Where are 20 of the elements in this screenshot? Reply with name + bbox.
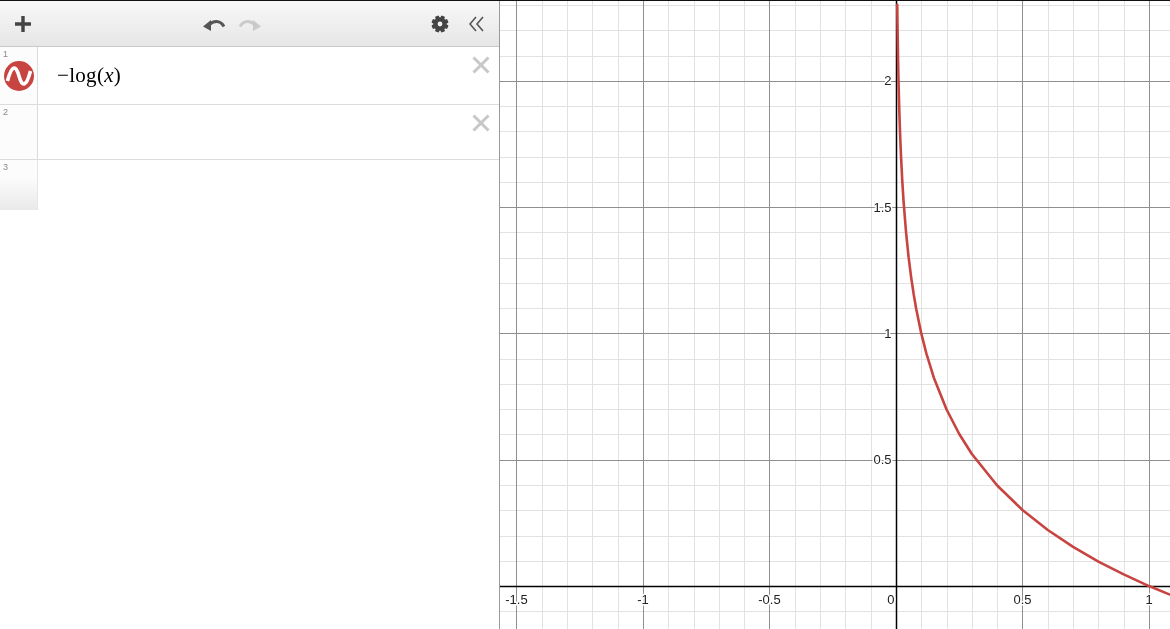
plus-icon [15, 15, 31, 32]
tick-label: 0.5 [1013, 592, 1032, 607]
tick-label: 1 [884, 325, 892, 341]
tick-label: -1.5 [505, 592, 528, 607]
line-number: 2 [2, 106, 8, 117]
close-icon [472, 56, 490, 74]
line-number: 1 [2, 48, 8, 59]
tick-label: 0 [887, 592, 895, 607]
tick-label: 2 [884, 73, 892, 89]
tick-label: -0.5 [758, 592, 781, 607]
tick-label: 1 [1145, 592, 1153, 607]
wave-icon[interactable] [3, 61, 34, 91]
expression-input[interactable]: −log(x) [38, 47, 467, 104]
tick-label: -1 [637, 592, 649, 607]
tick-label: 0.5 [873, 452, 892, 468]
close-icon [472, 114, 490, 132]
settings-icon [431, 14, 449, 33]
double-chevron-icon [468, 15, 484, 32]
tick-label: 1.5 [873, 199, 892, 215]
line-number: 3 [2, 161, 8, 172]
